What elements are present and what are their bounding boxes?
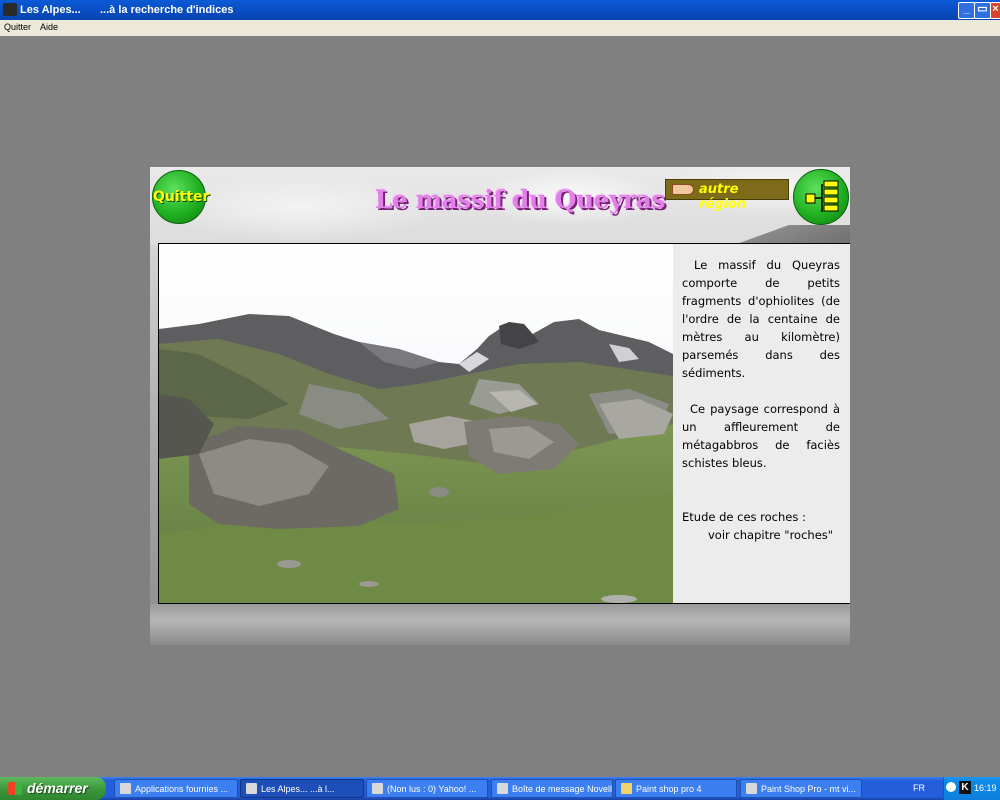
paragraph-1: Le massif du Queyras comporte de petits … bbox=[682, 258, 840, 380]
paragraph-3: Etude de ces roches : bbox=[682, 510, 806, 524]
taskbar: démarrer Applications fournies ... Les A… bbox=[0, 777, 1000, 800]
task-applications[interactable]: Applications fournies ... bbox=[114, 779, 238, 798]
language-indicator[interactable]: FR bbox=[913, 783, 925, 793]
close-button[interactable]: × bbox=[990, 2, 1000, 19]
paint-icon bbox=[746, 783, 757, 794]
mail-icon bbox=[372, 783, 383, 794]
paragraph-2: Ce paysage correspond à un affleurement … bbox=[682, 402, 840, 470]
task-novell[interactable]: Boîte de message Novell bbox=[491, 779, 613, 798]
window-subtitle: ...à la recherche d'indices bbox=[100, 4, 234, 16]
minimize-button[interactable]: _ bbox=[958, 2, 975, 19]
tray-app-icon[interactable]: K bbox=[959, 781, 971, 794]
menu-aide[interactable]: Aide bbox=[40, 22, 58, 32]
description-panel: Le massif du Queyras comporte de petits … bbox=[673, 243, 850, 604]
tree-diagram-icon bbox=[805, 180, 839, 212]
roches-chapter-link[interactable]: voir chapitre "roches" bbox=[682, 526, 840, 544]
clock: 16:19 bbox=[974, 783, 997, 793]
other-region-label: autre région bbox=[699, 182, 747, 212]
app-panel: Quitter Le massif du Queyras autre régio… bbox=[150, 167, 850, 645]
page-title: Le massif du Queyras bbox=[374, 185, 666, 214]
quit-button[interactable]: Quitter bbox=[152, 170, 209, 224]
task-paint-shop-pro[interactable]: Paint Shop Pro - mt vi... bbox=[740, 779, 862, 798]
window-title: Les Alpes... bbox=[20, 4, 81, 16]
app-icon bbox=[246, 783, 257, 794]
window-title-bar[interactable]: Les Alpes... ...à la recherche d'indices… bbox=[0, 0, 1000, 20]
bottom-band bbox=[150, 604, 850, 645]
app-icon bbox=[120, 783, 131, 794]
task-les-alpes[interactable]: Les Alpes... ...à l... bbox=[240, 779, 364, 798]
pointing-hand-icon bbox=[672, 184, 694, 195]
task-paint-shop-folder[interactable]: Paint shop pro 4 bbox=[615, 779, 737, 798]
map-tree-button[interactable] bbox=[793, 169, 849, 225]
task-yahoo[interactable]: (Non lus : 0) Yahoo! ... bbox=[366, 779, 488, 798]
folder-icon bbox=[621, 783, 632, 794]
app-icon bbox=[3, 3, 17, 16]
other-region-button[interactable]: autre région bbox=[665, 179, 789, 212]
start-button[interactable]: démarrer bbox=[0, 777, 106, 800]
menu-bar: Quitter Aide bbox=[0, 20, 1000, 36]
restore-button[interactable]: ▭ bbox=[974, 2, 991, 19]
tray-arrow-icon[interactable] bbox=[946, 782, 956, 792]
landscape-photo bbox=[158, 243, 674, 604]
message-icon bbox=[497, 783, 508, 794]
ridge-background bbox=[710, 225, 850, 245]
start-label: démarrer bbox=[27, 780, 88, 796]
system-tray: K 16:19 bbox=[943, 777, 1000, 800]
menu-quitter[interactable]: Quitter bbox=[4, 22, 31, 32]
windows-flag-icon bbox=[8, 782, 22, 795]
